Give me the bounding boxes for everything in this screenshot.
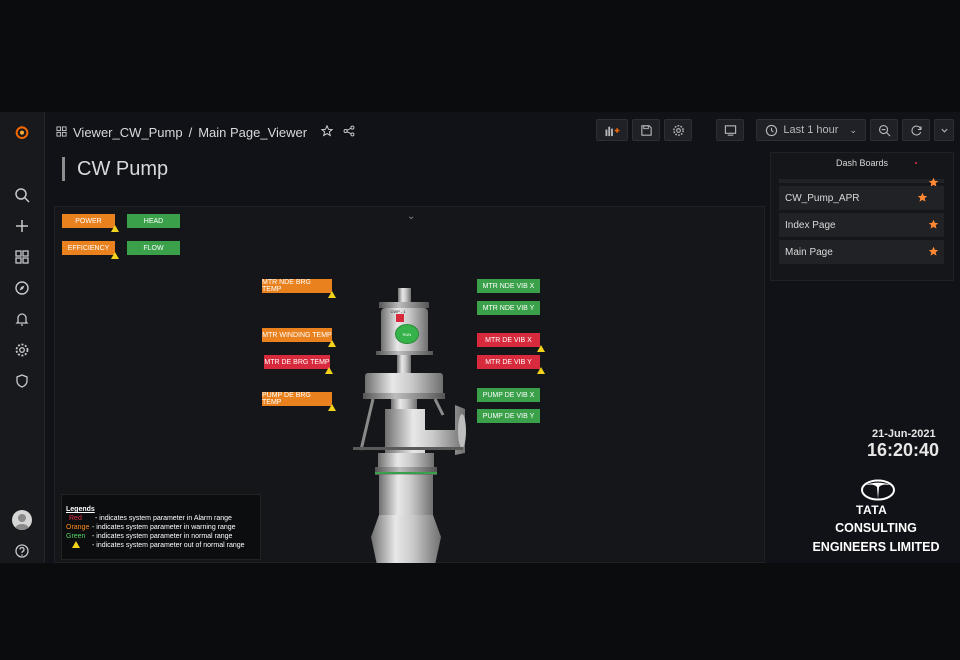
legend-text: - indicates system parameter in warning … bbox=[92, 524, 236, 531]
breadcrumb-separator: / bbox=[188, 124, 193, 140]
breadcrumb-dashboard[interactable]: Main Page_Viewer bbox=[198, 125, 307, 140]
star-icon[interactable] bbox=[928, 246, 939, 257]
legend-text: - indicates system parameter in normal r… bbox=[92, 533, 233, 540]
save-icon[interactable] bbox=[632, 119, 661, 141]
tata-wordmark: TATA bbox=[856, 503, 888, 517]
indicator-head: HEAD bbox=[127, 214, 180, 228]
indicator-pump-de-vib-x: PUMP DE VIB X bbox=[477, 388, 540, 402]
indicator-mtr-de-vib-y: MTR DE VIB Y bbox=[477, 355, 540, 369]
star-icon[interactable] bbox=[917, 192, 928, 203]
warning-icon bbox=[328, 291, 336, 298]
breadcrumb-folder[interactable]: Viewer_CW_Pump bbox=[73, 125, 183, 140]
panel-status-dot bbox=[915, 162, 917, 164]
legend-title: Legends bbox=[66, 506, 95, 513]
time-picker-button[interactable]: Last 1 hour ⌄ bbox=[756, 119, 866, 141]
legend-key-green: Green bbox=[66, 533, 86, 540]
shield-icon[interactable] bbox=[11, 370, 33, 392]
bell-icon[interactable] bbox=[11, 308, 33, 330]
star-outline-icon[interactable] bbox=[320, 124, 334, 140]
indicator-mtr-nde-brg-temp: MTR NDE BRG TEMP bbox=[262, 279, 332, 293]
warning-icon bbox=[111, 225, 119, 232]
legend-warning-icon bbox=[66, 541, 92, 551]
indicator-mtr-de-brg-temp: MTR DE BRG TEMP bbox=[264, 355, 330, 369]
warning-icon bbox=[325, 367, 333, 374]
company-name-line1: CONSULTING bbox=[835, 521, 917, 535]
breadcrumb: Viewer_CW_Pump / Main Page_Viewer bbox=[56, 122, 355, 142]
panel-menu-chevron-icon[interactable]: ⌄ bbox=[407, 211, 415, 222]
indicator-efficiency: EFFICIENCY bbox=[62, 241, 115, 255]
user-avatar[interactable] bbox=[12, 510, 32, 530]
current-date: 21-Jun-2021 bbox=[872, 428, 936, 440]
grafana-app: Viewer_CW_Pump / Main Page_Viewer Last 1… bbox=[0, 112, 960, 565]
search-icon[interactable] bbox=[11, 184, 33, 206]
star-icon[interactable] bbox=[928, 219, 939, 230]
dashboard-link-label: Index Page bbox=[785, 219, 836, 231]
indicator-mtr-de-vib-x: MTR DE VIB X bbox=[477, 333, 540, 347]
warning-icon bbox=[328, 340, 336, 347]
legend-row: Orange - indicates system parameter in wa… bbox=[66, 523, 256, 532]
warning-icon bbox=[111, 252, 119, 259]
compass-icon[interactable] bbox=[11, 277, 33, 299]
company-name: CONSULTING ENGINEERS LIMITED bbox=[806, 519, 946, 557]
refresh-interval-chevron-icon[interactable] bbox=[934, 119, 954, 141]
company-name-line2: ENGINEERS LIMITED bbox=[812, 540, 940, 554]
indicator-mtr-nde-vib-x: MTR NDE VIB X bbox=[477, 279, 540, 293]
pump-run-label: RUN bbox=[402, 331, 412, 337]
share-icon[interactable] bbox=[343, 125, 355, 140]
add-panel-button[interactable] bbox=[596, 119, 629, 141]
chevron-down-icon: ⌄ bbox=[849, 124, 857, 135]
indicator-power: POWER bbox=[62, 214, 115, 228]
indicator-mtr-winding-temp: MTR WINDING TEMP bbox=[262, 328, 332, 342]
legend-text: - indicates system parameter in Alarm ra… bbox=[95, 515, 232, 522]
sidebar bbox=[0, 112, 45, 563]
refresh-icon[interactable] bbox=[902, 119, 930, 141]
legend-key-orange: Orange bbox=[66, 524, 90, 531]
plus-icon[interactable] bbox=[11, 215, 33, 237]
pump-status-box bbox=[396, 314, 404, 322]
time-range-label: Last 1 hour bbox=[783, 124, 839, 136]
dashboards-icon[interactable] bbox=[11, 246, 33, 268]
legend-row: Green - indicates system parameter in nor… bbox=[66, 532, 256, 541]
indicator-pump-de-brg-temp: PUMP DE BRG TEMP bbox=[262, 392, 332, 406]
legend-key-red: Red bbox=[69, 515, 82, 522]
pump-mimic-panel: ⌄ CWP - 1 RUN POWER HEAD EFFICIENCY FLOW… bbox=[54, 206, 765, 565]
toolbar: Last 1 hour ⌄ bbox=[596, 119, 954, 141]
zoom-out-icon[interactable] bbox=[870, 119, 898, 141]
warning-icon bbox=[537, 367, 545, 374]
top-letterbox bbox=[0, 0, 960, 112]
dashboard-link-index-page[interactable]: Index Page bbox=[779, 213, 944, 237]
legend-row: - indicates system parameter out of norm… bbox=[66, 541, 256, 551]
warning-icon bbox=[537, 345, 545, 352]
legend-row: Red - indicates system parameter in Alarm… bbox=[66, 514, 256, 523]
dashboards-panel-title: Dash Boards bbox=[835, 158, 889, 168]
legend-box: Legends Red - indicates system parameter … bbox=[61, 494, 261, 560]
legend-text: - indicates system parameter out of norm… bbox=[92, 542, 245, 549]
gear-icon[interactable] bbox=[11, 339, 33, 361]
settings-icon[interactable] bbox=[664, 119, 693, 141]
list-item-partial bbox=[779, 177, 944, 187]
indicator-pump-de-vib-y: PUMP DE VIB Y bbox=[477, 409, 540, 423]
page-title: CW Pump bbox=[62, 157, 168, 181]
dashboard-link-label: Main Page bbox=[785, 246, 833, 258]
pump-run-indicator: RUN bbox=[395, 324, 419, 344]
current-time: 16:20:40 bbox=[867, 440, 940, 460]
warning-icon bbox=[328, 404, 336, 411]
help-icon[interactable] bbox=[11, 540, 33, 562]
tata-logo bbox=[861, 479, 895, 501]
dashboard-link-label: CW_Pump_APR bbox=[785, 192, 860, 204]
grafana-logo-icon[interactable] bbox=[10, 120, 34, 144]
indicator-mtr-nde-vib-y: MTR NDE VIB Y bbox=[477, 301, 540, 315]
bottom-letterbox bbox=[0, 563, 960, 660]
clock-icon bbox=[766, 124, 778, 136]
indicator-flow: FLOW bbox=[127, 241, 180, 255]
dashboard-grid-icon bbox=[56, 125, 67, 140]
dashboard-link-cw-pump-apr[interactable]: CW_Pump_APR bbox=[779, 186, 944, 210]
dashboard-link-main-page[interactable]: Main Page bbox=[779, 240, 944, 264]
dashboards-panel: Dash Boards CW_Pump_APR Index Page Main … bbox=[770, 152, 954, 281]
tv-mode-icon[interactable] bbox=[716, 119, 745, 141]
